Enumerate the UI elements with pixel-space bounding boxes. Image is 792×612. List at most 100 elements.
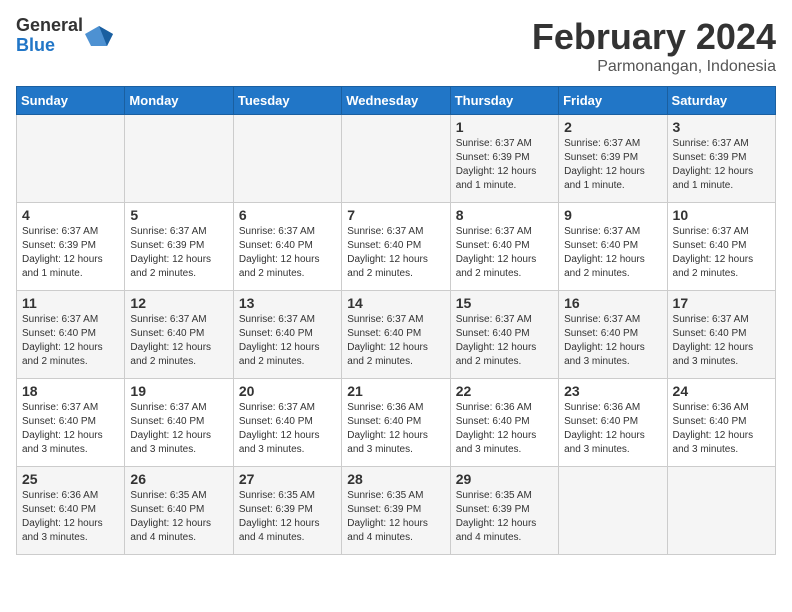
calendar-cell: 27 Sunrise: 6:35 AM Sunset: 6:39 PM Dayli… xyxy=(233,467,341,555)
calendar-week-0: 1 Sunrise: 6:37 AM Sunset: 6:39 PM Daylig… xyxy=(17,115,776,203)
day-info: Sunrise: 6:37 AM Sunset: 6:40 PM Dayligh… xyxy=(564,225,661,281)
day-number: 9 xyxy=(564,207,661,223)
day-info: Sunrise: 6:37 AM Sunset: 6:40 PM Dayligh… xyxy=(239,401,336,457)
calendar-week-2: 11Sunrise: 6:37 AM Sunset: 6:40 PM Dayli… xyxy=(17,291,776,379)
day-info: Sunrise: 6:36 AM Sunset: 6:40 PM Dayligh… xyxy=(673,401,770,457)
day-number: 15 xyxy=(456,295,553,311)
calendar-cell: 19Sunrise: 6:37 AM Sunset: 6:40 PM Dayli… xyxy=(125,379,233,467)
calendar-cell: 14 Sunrise: 6:37 AM Sunset: 6:40 PM Dayli… xyxy=(342,291,450,379)
calendar-week-1: 4 Sunrise: 6:37 AM Sunset: 6:39 PM Daylig… xyxy=(17,203,776,291)
day-info: Sunrise: 6:37 AM Sunset: 6:40 PM Dayligh… xyxy=(130,313,227,369)
calendar-cell: 3 Sunrise: 6:37 AM Sunset: 6:39 PM Daylig… xyxy=(667,115,775,203)
day-info: Sunrise: 6:37 AM Sunset: 6:40 PM Dayligh… xyxy=(239,313,336,369)
day-info: Sunrise: 6:35 AM Sunset: 6:39 PM Dayligh… xyxy=(239,489,336,545)
day-info: Sunrise: 6:37 AM Sunset: 6:40 PM Dayligh… xyxy=(456,225,553,281)
day-number: 20 xyxy=(239,383,336,399)
day-number: 10 xyxy=(673,207,770,223)
title-area: February 2024 Parmonangan, Indonesia xyxy=(532,16,776,76)
calendar-cell xyxy=(667,467,775,555)
calendar-cell: 6 Sunrise: 6:37 AM Sunset: 6:40 PM Daylig… xyxy=(233,203,341,291)
day-number: 1 xyxy=(456,119,553,135)
calendar-week-3: 18 Sunrise: 6:37 AM Sunset: 6:40 PM Dayli… xyxy=(17,379,776,467)
day-info: Sunrise: 6:36 AM Sunset: 6:40 PM Dayligh… xyxy=(456,401,553,457)
day-number: 7 xyxy=(347,207,444,223)
day-info: Sunrise: 6:37 AM Sunset: 6:40 PM Dayligh… xyxy=(22,401,119,457)
day-info: Sunrise: 6:36 AM Sunset: 6:40 PM Dayligh… xyxy=(347,401,444,457)
day-info: Sunrise: 6:37 AM Sunset: 6:40 PM Dayligh… xyxy=(673,313,770,369)
day-info: Sunrise: 6:37 AM Sunset: 6:40 PM Dayligh… xyxy=(22,313,119,369)
calendar-cell: 24 Sunrise: 6:36 AM Sunset: 6:40 PM Dayli… xyxy=(667,379,775,467)
day-info: Sunrise: 6:37 AM Sunset: 6:39 PM Dayligh… xyxy=(456,137,553,193)
day-number: 19 xyxy=(130,383,227,399)
calendar-cell: 1 Sunrise: 6:37 AM Sunset: 6:39 PM Daylig… xyxy=(450,115,558,203)
logo: General Blue xyxy=(16,16,113,56)
day-info: Sunrise: 6:37 AM Sunset: 6:39 PM Dayligh… xyxy=(22,225,119,281)
day-number: 12 xyxy=(130,295,227,311)
calendar-cell: 2 Sunrise: 6:37 AM Sunset: 6:39 PM Daylig… xyxy=(559,115,667,203)
month-title: February 2024 xyxy=(532,16,776,58)
calendar-cell: 4 Sunrise: 6:37 AM Sunset: 6:39 PM Daylig… xyxy=(17,203,125,291)
day-number: 21 xyxy=(347,383,444,399)
day-number: 2 xyxy=(564,119,661,135)
calendar-cell: 25 Sunrise: 6:36 AM Sunset: 6:40 PM Dayli… xyxy=(17,467,125,555)
day-info: Sunrise: 6:37 AM Sunset: 6:39 PM Dayligh… xyxy=(564,137,661,193)
calendar-cell: 9 Sunrise: 6:37 AM Sunset: 6:40 PM Daylig… xyxy=(559,203,667,291)
day-number: 25 xyxy=(22,471,119,487)
calendar-cell: 21 Sunrise: 6:36 AM Sunset: 6:40 PM Dayli… xyxy=(342,379,450,467)
logo-general-text: General xyxy=(16,16,83,36)
calendar-cell xyxy=(233,115,341,203)
day-number: 6 xyxy=(239,207,336,223)
day-number: 22 xyxy=(456,383,553,399)
calendar-header-monday: Monday xyxy=(125,87,233,115)
day-number: 3 xyxy=(673,119,770,135)
calendar-header-row: SundayMondayTuesdayWednesdayThursdayFrid… xyxy=(17,87,776,115)
calendar-header-sunday: Sunday xyxy=(17,87,125,115)
day-number: 24 xyxy=(673,383,770,399)
location: Parmonangan, Indonesia xyxy=(532,58,776,76)
day-info: Sunrise: 6:37 AM Sunset: 6:39 PM Dayligh… xyxy=(673,137,770,193)
day-info: Sunrise: 6:35 AM Sunset: 6:40 PM Dayligh… xyxy=(130,489,227,545)
calendar-cell: 22 Sunrise: 6:36 AM Sunset: 6:40 PM Dayli… xyxy=(450,379,558,467)
day-number: 5 xyxy=(130,207,227,223)
calendar-header-saturday: Saturday xyxy=(667,87,775,115)
day-number: 28 xyxy=(347,471,444,487)
calendar-header-friday: Friday xyxy=(559,87,667,115)
calendar-cell xyxy=(559,467,667,555)
day-info: Sunrise: 6:37 AM Sunset: 6:40 PM Dayligh… xyxy=(239,225,336,281)
day-info: Sunrise: 6:37 AM Sunset: 6:40 PM Dayligh… xyxy=(347,225,444,281)
day-number: 29 xyxy=(456,471,553,487)
calendar-cell: 8Sunrise: 6:37 AM Sunset: 6:40 PM Daylig… xyxy=(450,203,558,291)
header: General Blue February 2024 Parmonangan, … xyxy=(16,16,776,76)
calendar-cell: 20 Sunrise: 6:37 AM Sunset: 6:40 PM Dayli… xyxy=(233,379,341,467)
calendar-header-tuesday: Tuesday xyxy=(233,87,341,115)
day-number: 26 xyxy=(130,471,227,487)
calendar-cell: 5Sunrise: 6:37 AM Sunset: 6:39 PM Daylig… xyxy=(125,203,233,291)
day-info: Sunrise: 6:35 AM Sunset: 6:39 PM Dayligh… xyxy=(347,489,444,545)
calendar-cell xyxy=(342,115,450,203)
day-number: 17 xyxy=(673,295,770,311)
day-info: Sunrise: 6:36 AM Sunset: 6:40 PM Dayligh… xyxy=(22,489,119,545)
calendar-header-thursday: Thursday xyxy=(450,87,558,115)
day-number: 4 xyxy=(22,207,119,223)
calendar-cell: 29 Sunrise: 6:35 AM Sunset: 6:39 PM Dayli… xyxy=(450,467,558,555)
calendar-cell: 15Sunrise: 6:37 AM Sunset: 6:40 PM Dayli… xyxy=(450,291,558,379)
calendar-cell: 10 Sunrise: 6:37 AM Sunset: 6:40 PM Dayli… xyxy=(667,203,775,291)
calendar-cell: 11Sunrise: 6:37 AM Sunset: 6:40 PM Dayli… xyxy=(17,291,125,379)
day-info: Sunrise: 6:37 AM Sunset: 6:40 PM Dayligh… xyxy=(564,313,661,369)
day-number: 18 xyxy=(22,383,119,399)
day-number: 27 xyxy=(239,471,336,487)
calendar-cell xyxy=(125,115,233,203)
day-number: 14 xyxy=(347,295,444,311)
logo-blue-text: Blue xyxy=(16,36,83,56)
calendar-cell: 17 Sunrise: 6:37 AM Sunset: 6:40 PM Dayli… xyxy=(667,291,775,379)
calendar-cell: 12 Sunrise: 6:37 AM Sunset: 6:40 PM Dayli… xyxy=(125,291,233,379)
day-info: Sunrise: 6:37 AM Sunset: 6:40 PM Dayligh… xyxy=(673,225,770,281)
calendar-cell xyxy=(17,115,125,203)
logo-icon xyxy=(85,22,113,50)
day-info: Sunrise: 6:37 AM Sunset: 6:40 PM Dayligh… xyxy=(347,313,444,369)
calendar-cell: 26 Sunrise: 6:35 AM Sunset: 6:40 PM Dayli… xyxy=(125,467,233,555)
day-info: Sunrise: 6:35 AM Sunset: 6:39 PM Dayligh… xyxy=(456,489,553,545)
calendar-header-wednesday: Wednesday xyxy=(342,87,450,115)
calendar-cell: 13Sunrise: 6:37 AM Sunset: 6:40 PM Dayli… xyxy=(233,291,341,379)
calendar-cell: 7 Sunrise: 6:37 AM Sunset: 6:40 PM Daylig… xyxy=(342,203,450,291)
